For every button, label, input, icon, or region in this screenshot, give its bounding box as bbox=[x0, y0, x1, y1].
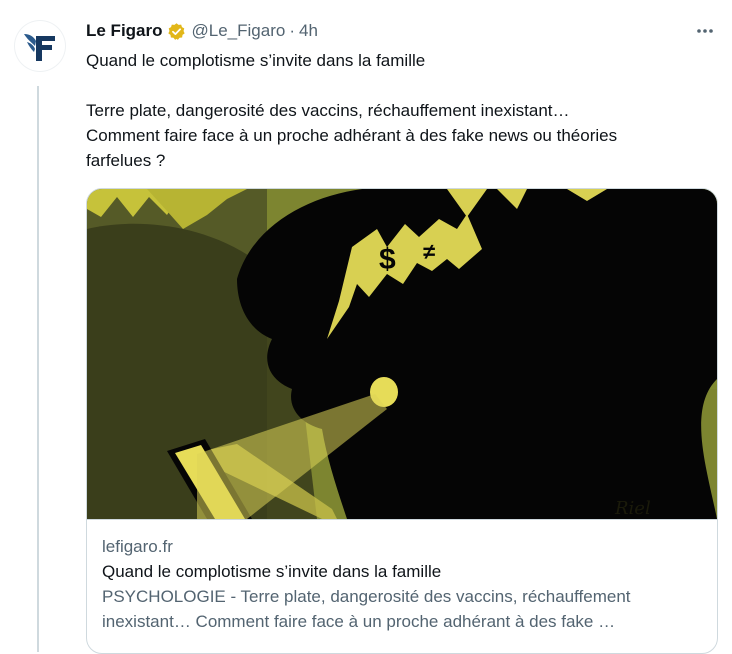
more-options-icon[interactable] bbox=[694, 20, 716, 42]
author-name[interactable]: Le Figaro bbox=[86, 21, 163, 41]
silhouette-illustration-icon: $ ≠ Riel bbox=[87, 189, 717, 519]
card-domain[interactable]: lefigaro.fr bbox=[102, 534, 702, 559]
author-handle[interactable]: @Le_Figaro bbox=[192, 21, 286, 41]
svg-text:≠: ≠ bbox=[423, 239, 435, 264]
card-title[interactable]: Quand le complotisme s’invite dans la fa… bbox=[102, 559, 702, 584]
tweet-text-line: Terre plate, dangerosité des vaccins, ré… bbox=[86, 101, 570, 120]
link-card[interactable]: $ ≠ Riel lefigaro.fr Quand le complotism… bbox=[86, 188, 718, 654]
tweet-text: Quand le complotisme s’invite dans la fa… bbox=[86, 48, 706, 173]
thread-line bbox=[37, 86, 39, 652]
card-description-line: PSYCHOLOGIE - Terre plate, dangerosité d… bbox=[102, 587, 631, 606]
svg-text:$: $ bbox=[379, 243, 396, 276]
le-figaro-logo-icon bbox=[24, 34, 55, 61]
tweet[interactable]: Le Figaro @Le_Figaro · 4h Quand le compl… bbox=[0, 0, 732, 654]
separator-dot: · bbox=[289, 21, 295, 40]
tweet-text-line: farfelues ? bbox=[86, 151, 166, 170]
card-image[interactable]: $ ≠ Riel bbox=[87, 189, 717, 520]
svg-text:Riel: Riel bbox=[614, 498, 651, 519]
tweet-header: Le Figaro @Le_Figaro · 4h bbox=[86, 18, 318, 44]
tweet-text-line: Comment faire face à un proche adhérant … bbox=[86, 126, 618, 145]
tweet-text-line: Quand le complotisme s’invite dans la fa… bbox=[86, 51, 426, 70]
verified-badge-icon[interactable] bbox=[167, 22, 186, 41]
avatar[interactable] bbox=[14, 20, 66, 72]
card-body[interactable]: lefigaro.fr Quand le complotisme s’invit… bbox=[102, 534, 702, 634]
tweet-timestamp[interactable]: 4h bbox=[299, 21, 318, 41]
card-description-line: inexistant… Comment faire face à un proc… bbox=[102, 612, 616, 631]
